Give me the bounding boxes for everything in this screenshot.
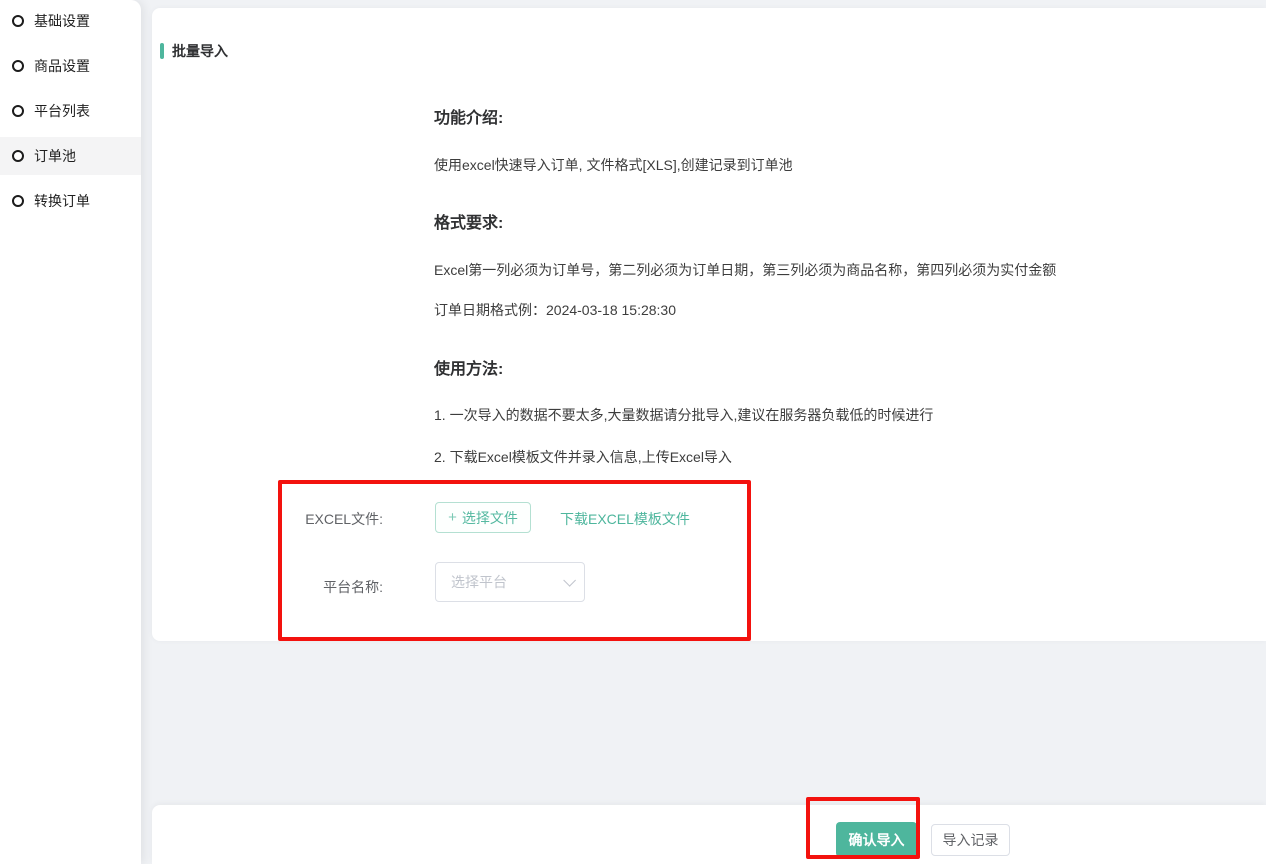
section-heading-usage: 使用方法: — [434, 355, 503, 379]
page-title-row: 批量导入 — [160, 41, 228, 61]
download-template-link[interactable]: 下载EXCEL模板文件 — [560, 509, 690, 529]
section-heading-intro: 功能介绍: — [434, 104, 503, 128]
circle-icon — [12, 150, 24, 162]
circle-icon — [12, 60, 24, 72]
section-heading-format: 格式要求: — [434, 209, 503, 233]
circle-icon — [12, 105, 24, 117]
excel-file-label: EXCEL文件: — [280, 509, 383, 529]
title-accent-bar — [160, 43, 164, 59]
sidebar-item-convert-orders[interactable]: 转换订单 — [0, 182, 141, 220]
sidebar-item-label: 平台列表 — [34, 101, 90, 121]
main-card: 批量导入 功能介绍: 使用excel快速导入订单, 文件格式[XLS],创建记录… — [152, 8, 1266, 641]
sidebar-item-platform-list[interactable]: 平台列表 — [0, 92, 141, 130]
choose-file-button[interactable]: + 选择文件 — [435, 502, 531, 533]
footer-bar: 确认导入 导入记录 — [152, 805, 1266, 864]
section-paragraph: 2. 下载Excel模板文件并录入信息,上传Excel导入 — [434, 447, 732, 467]
plus-icon: + — [448, 509, 457, 526]
sidebar-item-label: 基础设置 — [34, 11, 90, 31]
sidebar-item-label: 商品设置 — [34, 56, 90, 76]
sidebar: 基础设置 商品设置 平台列表 订单池 转换订单 — [0, 0, 141, 864]
section-paragraph: Excel第一列必须为订单号，第二列必须为订单日期，第三列必须为商品名称，第四列… — [434, 260, 1056, 280]
page: 基础设置 商品设置 平台列表 订单池 转换订单 批量导入 功能介绍: 使用exc… — [0, 0, 1266, 864]
circle-icon — [12, 195, 24, 207]
choose-file-label: 选择文件 — [462, 508, 518, 528]
sidebar-item-order-pool[interactable]: 订单池 — [0, 137, 141, 175]
sidebar-item-product-settings[interactable]: 商品设置 — [0, 47, 141, 85]
chevron-down-icon — [563, 574, 576, 587]
sidebar-item-label: 订单池 — [34, 146, 76, 166]
section-paragraph: 使用excel快速导入订单, 文件格式[XLS],创建记录到订单池 — [434, 155, 793, 175]
platform-select-placeholder: 选择平台 — [451, 572, 507, 592]
sidebar-item-basic-settings[interactable]: 基础设置 — [0, 2, 141, 40]
page-title: 批量导入 — [172, 41, 228, 61]
import-records-button[interactable]: 导入记录 — [931, 824, 1010, 856]
circle-icon — [12, 15, 24, 27]
platform-select[interactable]: 选择平台 — [435, 562, 585, 602]
confirm-import-button[interactable]: 确认导入 — [836, 822, 917, 857]
platform-name-label: 平台名称: — [280, 577, 383, 597]
section-paragraph: 1. 一次导入的数据不要太多,大量数据请分批导入,建议在服务器负载低的时候进行 — [434, 405, 933, 425]
sidebar-item-label: 转换订单 — [34, 191, 90, 211]
section-paragraph: 订单日期格式例：2024-03-18 15:28:30 — [434, 300, 676, 320]
